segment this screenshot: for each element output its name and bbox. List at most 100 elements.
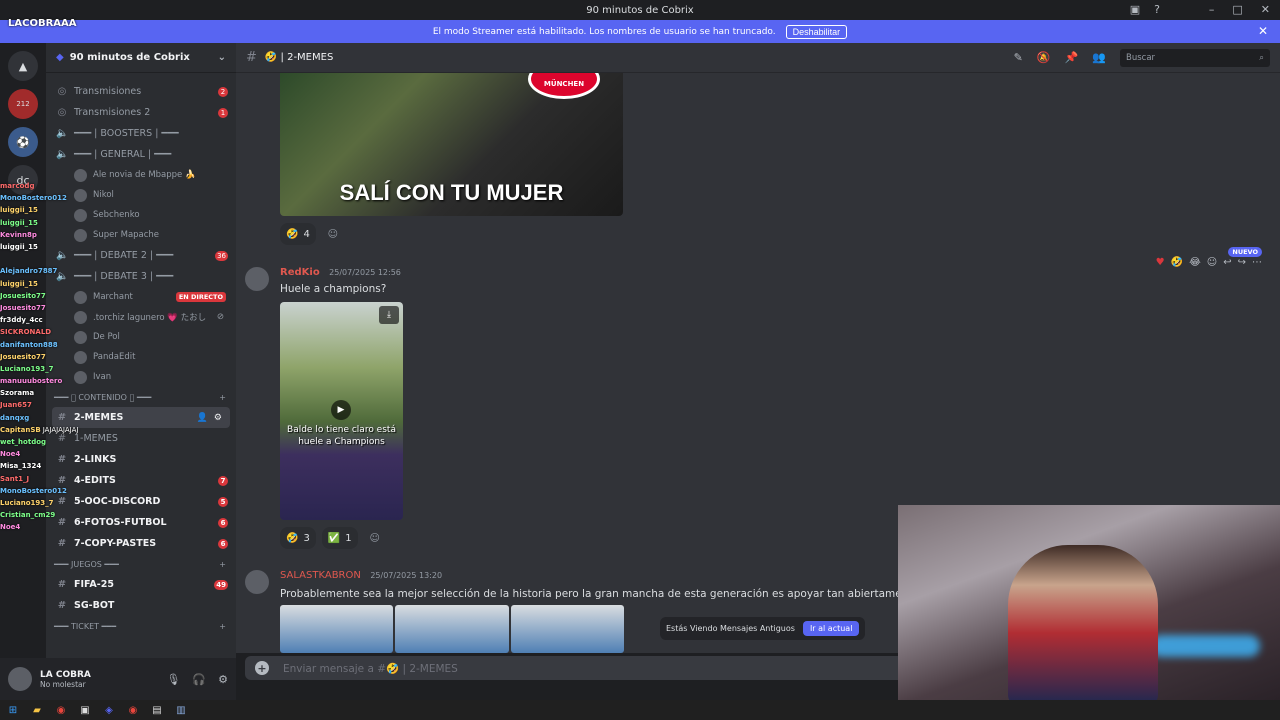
add-channel-icon[interactable]: +	[219, 622, 226, 631]
channel-6-fotos-futbol[interactable]: #6-FOTOS-FUTBOL 6	[46, 512, 236, 533]
pin-icon[interactable]: 📌	[1065, 51, 1079, 64]
add-reaction-icon[interactable]: ☺	[364, 527, 386, 549]
led-light	[1150, 635, 1260, 657]
add-channel-icon[interactable]: +	[219, 393, 226, 402]
category-contenido[interactable]: ━━━ 🏽 CONTENIDO 🏽 ━━━ +	[46, 387, 236, 407]
video-attachment[interactable]: ⤓ ▶ Balde lo tiene claro está huele a Ch…	[280, 302, 403, 520]
channel-transmisiones[interactable]: ◎ Transmisiones 2	[46, 81, 236, 102]
voice-user[interactable]: Ivan	[46, 367, 236, 387]
channel-1-memes[interactable]: #1-MEMES	[46, 428, 236, 449]
channel-5-ooc-discord[interactable]: #5-OOC-DISCORD 5	[46, 491, 236, 512]
server-icon-dc[interactable]: dc	[8, 165, 38, 195]
invite-icon[interactable]: 👤	[197, 413, 208, 423]
voice-user[interactable]: Ale novia de Mbappe 🍌	[46, 165, 236, 185]
discord-icon[interactable]: ◈	[102, 703, 116, 717]
jump-to-present-button[interactable]: Ir al actual	[802, 621, 860, 636]
avatar	[74, 168, 87, 182]
heart-icon[interactable]: ♥	[1156, 257, 1165, 268]
mention-badge: 5	[218, 496, 228, 507]
category-ticket[interactable]: ━━━ TICKET ━━━ +	[46, 616, 236, 636]
forward-icon[interactable]: ↪	[1238, 257, 1246, 268]
channel-fifa-25[interactable]: # FIFA-25 49	[46, 574, 236, 595]
avatar[interactable]	[8, 667, 32, 691]
server-icon-1[interactable]: 212	[8, 89, 38, 119]
maximize-icon[interactable]: □	[1232, 3, 1242, 16]
channel-4-edits[interactable]: #4-EDITS 7	[46, 470, 236, 491]
app-icon[interactable]: ▥	[174, 703, 188, 717]
user-info[interactable]: LA COBRA No molestar	[40, 670, 91, 689]
broadcast-icon: ◎	[57, 86, 67, 97]
image-thumb[interactable]	[280, 605, 394, 653]
mention-badge: 49	[214, 579, 228, 590]
gear-icon[interactable]: ⚙	[218, 673, 228, 686]
reaction-laugh[interactable]: 🤣 3	[280, 527, 316, 549]
image-attachments[interactable]	[280, 605, 624, 653]
attach-plus-icon[interactable]: +	[255, 661, 269, 675]
server-icon-2[interactable]: ⚽	[8, 127, 38, 157]
avatar	[74, 350, 87, 364]
folder-icon[interactable]: ▰	[30, 703, 44, 717]
reaction-laugh[interactable]: 🤣 4	[280, 223, 316, 245]
add-channel-icon[interactable]: +	[219, 560, 226, 569]
inbox-icon[interactable]: ▣	[1130, 3, 1140, 16]
avatar[interactable]	[245, 267, 269, 291]
voice-user[interactable]: Super Mapache	[46, 225, 236, 245]
gear-icon[interactable]: ⚙	[214, 413, 222, 423]
avatar	[74, 228, 87, 242]
channel-debate-2[interactable]: 🔈 ━━━ | DEBATE 2 | ━━━ 36	[46, 245, 236, 266]
mention-badge: 36	[215, 250, 228, 261]
play-icon[interactable]: ▶	[331, 400, 351, 420]
channel-boosters[interactable]: 🔈 ━━━ | BOOSTERS | ━━━	[46, 123, 236, 144]
channel-sg-bot[interactable]: # SG-BOT	[46, 595, 236, 616]
voice-user[interactable]: Nikol	[46, 185, 236, 205]
emoji-icon[interactable]: 🤣	[1171, 257, 1183, 268]
microphone-icon[interactable]: 🎙	[166, 673, 180, 686]
voice-user[interactable]: Marchant EN DIRECTO	[46, 287, 236, 307]
voice-user-name: Marchant	[93, 292, 133, 302]
help-icon[interactable]: ?	[1154, 3, 1160, 16]
channel-debate-3[interactable]: 🔈 ━━━ | DEBATE 3 | ━━━	[46, 266, 236, 287]
channel-general[interactable]: 🔈 ━━━ | GENERAL | ━━━	[46, 144, 236, 165]
download-icon[interactable]: ⤓	[379, 306, 399, 324]
image-thumb[interactable]	[395, 605, 509, 653]
server-header[interactable]: ◆ 90 minutos de Cobrix ⌄	[46, 43, 236, 73]
emoji-icon[interactable]: 😂	[1189, 257, 1201, 268]
hash-icon: #	[57, 496, 67, 507]
voice-user[interactable]: De Pol	[46, 327, 236, 347]
reaction-check[interactable]: ✅ 1	[321, 527, 358, 549]
windows-start-icon[interactable]: ⊞	[6, 703, 20, 717]
voice-user-name: .torchiz lagunero 💗 たおし	[93, 313, 207, 323]
disable-streamer-mode-button[interactable]: Deshabilitar	[785, 24, 848, 39]
channel-2-memes[interactable]: # 2-MEMES 👤 ⚙	[52, 407, 230, 428]
app-icon[interactable]: ▣	[78, 703, 92, 717]
add-reaction-icon[interactable]: ☺	[1207, 257, 1217, 268]
notification-bell-icon[interactable]: 🔕	[1037, 51, 1051, 64]
banner-close-icon[interactable]: ✕	[1258, 24, 1268, 38]
channel-transmisiones-2[interactable]: ◎ Transmisiones 2 1	[46, 102, 236, 123]
voice-user-name: Super Mapache	[93, 230, 160, 240]
minimize-icon[interactable]: –	[1209, 3, 1215, 16]
message-author[interactable]: RedKio	[280, 267, 320, 278]
message-author[interactable]: SALASTKABRON	[280, 570, 361, 581]
search-input[interactable]: Buscar ⌕	[1120, 48, 1270, 67]
voice-user[interactable]: Sebchenko	[46, 205, 236, 225]
add-reaction-icon[interactable]: ☺	[322, 223, 344, 245]
chrome-icon[interactable]: ◉	[54, 703, 68, 717]
more-icon[interactable]: ⋯	[1252, 257, 1262, 268]
channel-7-copy-pastes[interactable]: #7-COPY-PASTES 6	[46, 533, 236, 554]
direct-messages-icon[interactable]: ▲	[8, 51, 38, 81]
meme-image[interactable]: MÜNCHEN SALÍ CON TU MUJER	[280, 73, 623, 216]
headphones-icon[interactable]: 🎧	[192, 673, 206, 686]
category-juegos[interactable]: ━━━ JUEGOS ━━━ +	[46, 554, 236, 574]
reply-icon[interactable]: ↩	[1223, 257, 1231, 268]
chrome-icon[interactable]: ◉	[126, 703, 140, 717]
voice-user[interactable]: PandaEdit	[46, 347, 236, 367]
image-thumb[interactable]	[510, 605, 624, 653]
avatar[interactable]	[245, 570, 269, 594]
threads-icon[interactable]: ✎	[1014, 51, 1023, 64]
close-icon[interactable]: ✕	[1261, 3, 1270, 16]
app-icon[interactable]: ▤	[150, 703, 164, 717]
voice-user[interactable]: .torchiz lagunero 💗 たおし ⊘	[46, 307, 236, 327]
channel-2-links[interactable]: #2-LINKS	[46, 449, 236, 470]
members-icon[interactable]: 👥	[1092, 51, 1106, 64]
